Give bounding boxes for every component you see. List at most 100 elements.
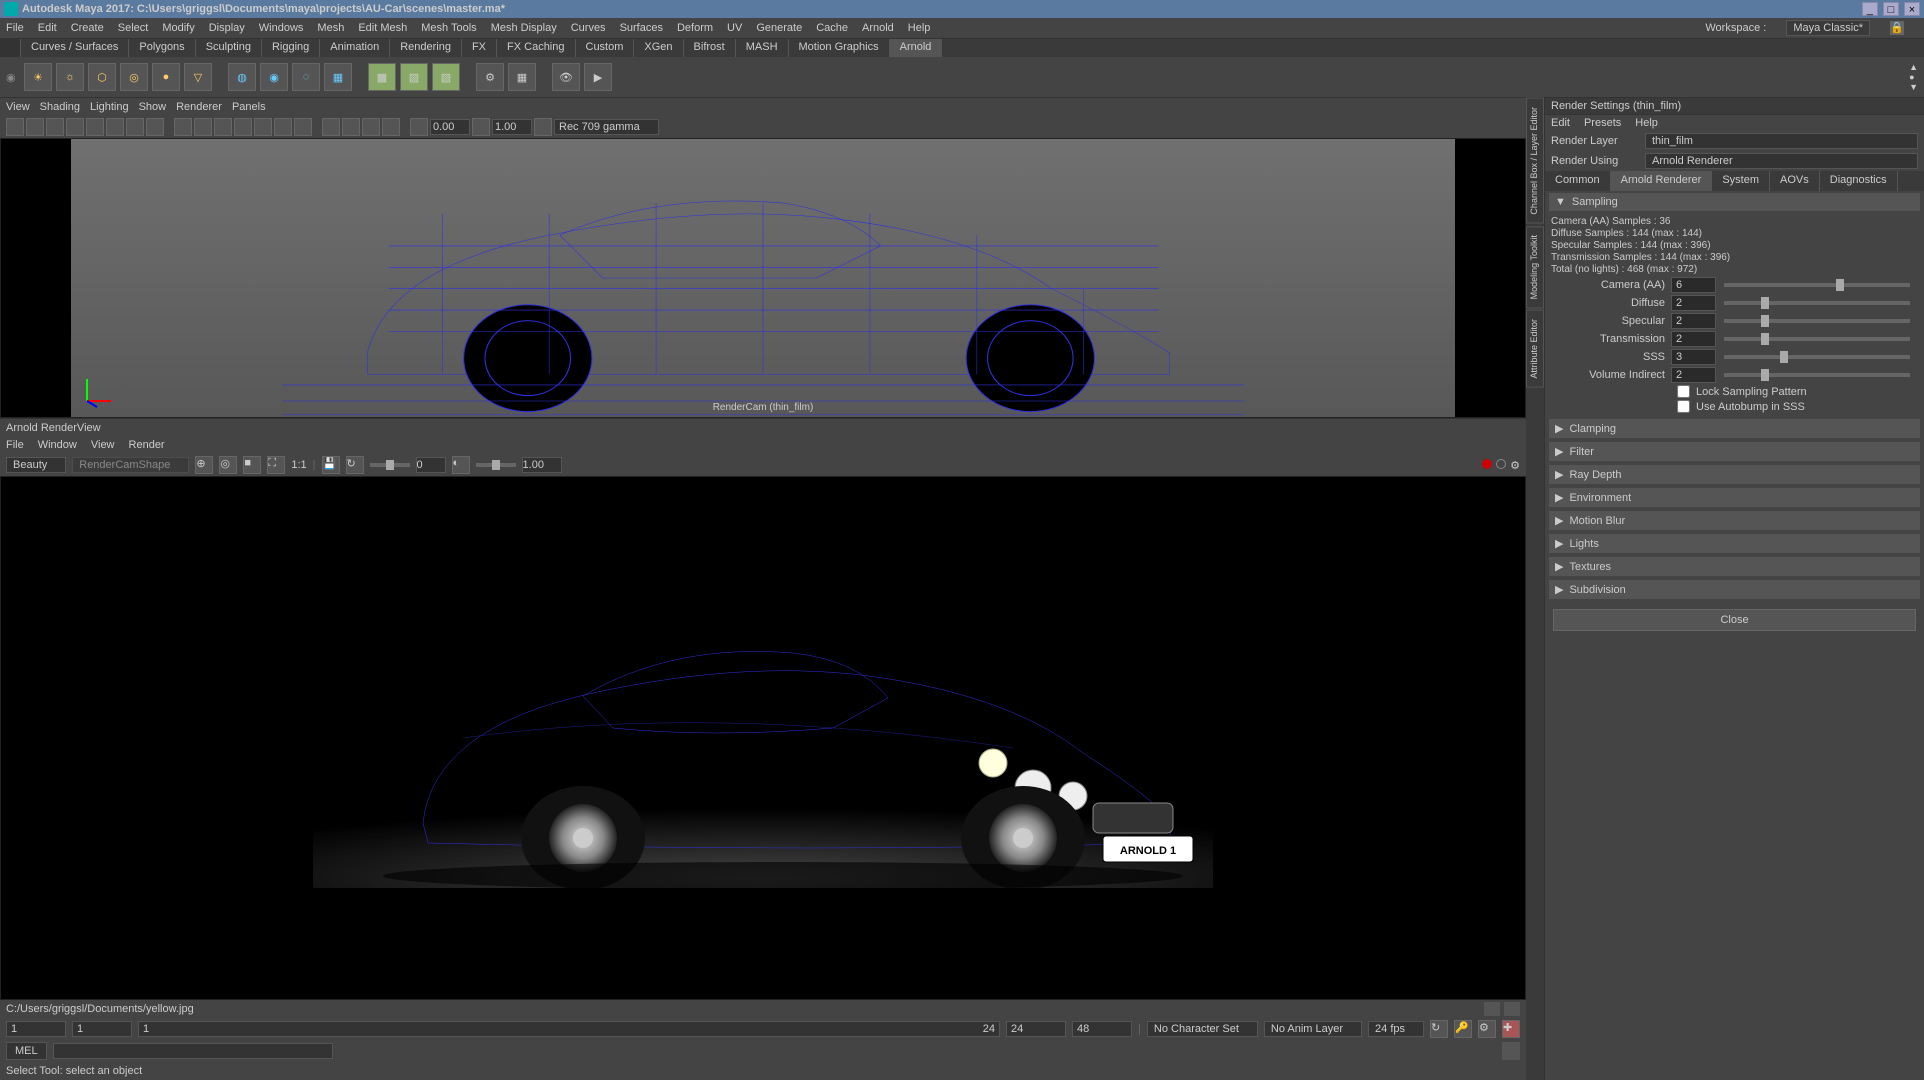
vp-smooth-icon[interactable] [194,118,212,136]
range-start-field[interactable] [6,1021,66,1037]
param-specular-field[interactable] [1671,313,1716,329]
vp-menu-show[interactable]: Show [139,101,167,113]
shelf-tab-rendering[interactable]: Rendering [390,39,462,57]
rv-11-label[interactable]: 1:1 [291,459,306,471]
animlayer-select[interactable]: No Anim Layer [1264,1021,1362,1037]
maximize-icon[interactable]: □ [1883,2,1899,16]
viewport-scene[interactable]: RenderCam (thin_film) [71,139,1455,417]
menu-cache[interactable]: Cache [816,22,848,34]
rs-renderer-select[interactable]: Arnold Renderer [1645,153,1918,169]
shelf-tab-curves[interactable]: Curves / Surfaces [21,39,129,57]
rv-camera-select[interactable]: RenderCamShape [72,457,189,473]
characterset-select[interactable]: No Character Set [1147,1021,1258,1037]
shader-hair-icon[interactable]: ◌ [292,63,320,91]
rs-section-environment[interactable]: ▶Environment [1549,488,1920,507]
script-editor-icon[interactable] [1502,1042,1520,1060]
shader-standard-icon[interactable]: ◍ [228,63,256,91]
param-transmission-field[interactable] [1671,331,1716,347]
rv-contrast-icon[interactable]: ◐ [452,456,470,474]
param-diffuse-slider[interactable] [1724,301,1910,305]
check-autobump-box[interactable] [1677,400,1690,413]
rs-section-raydepth[interactable]: ▶Ray Depth [1549,465,1920,484]
tx-convert-icon[interactable]: ▨ [400,63,428,91]
range-end-field[interactable] [1072,1021,1132,1037]
playback-start-field[interactable] [72,1021,132,1037]
vp-viewtransform-icon[interactable] [534,118,552,136]
vp-lights-icon[interactable] [234,118,252,136]
rv-save-icon[interactable]: 💾 [322,456,340,474]
rs-tab-aovs[interactable]: AOVs [1770,171,1820,191]
side-tab-modeling[interactable]: Modeling Toolkit [1526,226,1544,308]
shelf-tab-custom[interactable]: Custom [576,39,635,57]
vp-exposure-field[interactable] [430,119,470,135]
rs-menu-presets[interactable]: Presets [1584,117,1621,129]
rv-exposure-field[interactable] [416,457,446,473]
param-sss-slider[interactable] [1724,355,1910,359]
ipr-toggle-icon[interactable]: 👁 [552,63,580,91]
menu-edit[interactable]: Edit [38,22,57,34]
shelf-tab-xgen[interactable]: XGen [634,39,683,57]
light-point-icon[interactable]: ● [152,63,180,91]
autokey-icon[interactable]: 🔑 [1454,1020,1472,1038]
scroll-up-icon[interactable]: ▲ [1909,62,1918,72]
side-tab-channelbox[interactable]: Channel Box / Layer Editor [1526,98,1544,224]
rv-refresh-icon[interactable]: ↻ [346,456,364,474]
menu-uv[interactable]: UV [727,22,742,34]
rv-stop-icon[interactable]: ■ [243,456,261,474]
vp-wire-icon[interactable] [174,118,192,136]
rs-section-motionblur[interactable]: ▶Motion Blur [1549,511,1920,530]
minimize-icon[interactable]: _ [1862,2,1878,16]
vp-safe-icon[interactable] [126,118,144,136]
menu-meshtools[interactable]: Mesh Tools [421,22,476,34]
menu-select[interactable]: Select [118,22,149,34]
rv-crosshair-icon[interactable]: ⊕ [195,456,213,474]
viewport[interactable]: RenderCam (thin_film) [0,138,1526,418]
vp-film-icon[interactable] [106,118,124,136]
animprefs-icon[interactable]: ✚ [1502,1020,1520,1038]
shader-volume-icon[interactable]: ▦ [324,63,352,91]
shelf-tab-arnold[interactable]: Arnold [890,39,943,57]
rs-close-button[interactable]: Close [1553,609,1916,631]
shelf-tab-fxcaching[interactable]: FX Caching [497,39,575,57]
vp-menu-shading[interactable]: Shading [40,101,80,113]
shelf-tab-rigging[interactable]: Rigging [262,39,320,57]
vp-grid-icon[interactable] [146,118,164,136]
rs-layer-select[interactable]: thin_film [1645,133,1918,149]
playback-end-field[interactable] [1006,1021,1066,1037]
vp-gate-icon[interactable] [86,118,104,136]
light-mesh-icon[interactable]: ⬡ [88,63,116,91]
rv-menu-window[interactable]: Window [38,439,77,451]
shelf-tab-motiongraphics[interactable]: Motion Graphics [789,39,890,57]
rv-menu-view[interactable]: View [91,439,115,451]
rv-exposure-slider[interactable] [370,463,410,467]
vp-motion-icon[interactable] [294,118,312,136]
param-transmission-slider[interactable] [1724,337,1910,341]
tx-manager-icon[interactable]: ▩ [368,63,396,91]
rs-tab-common[interactable]: Common [1545,171,1611,191]
menu-modify[interactable]: Modify [162,22,194,34]
rv-settings-icon[interactable]: ⚙ [1510,459,1520,472]
rs-tab-system[interactable]: System [1712,171,1770,191]
rv-dropdown-icon[interactable] [1504,1002,1520,1016]
rs-section-clamping[interactable]: ▶Clamping [1549,419,1920,438]
rv-menu-render[interactable]: Render [129,439,165,451]
rs-section-sampling[interactable]: ▼ Sampling [1549,193,1920,211]
rv-scale-icon[interactable]: ⛶ [267,456,285,474]
menu-surfaces[interactable]: Surfaces [620,22,663,34]
vp-ao-icon[interactable] [274,118,292,136]
rv-gamma-slider[interactable] [476,463,516,467]
vp-bookmark-icon[interactable] [46,118,64,136]
menu-windows[interactable]: Windows [259,22,304,34]
param-sss-field[interactable] [1671,349,1716,365]
param-camera-slider[interactable] [1724,283,1910,287]
vp-imageplane-icon[interactable] [66,118,84,136]
ipr-play-icon[interactable]: ▶ [584,63,612,91]
rv-menu-file[interactable]: File [6,439,24,451]
vp-menu-panels[interactable]: Panels [232,101,266,113]
shelf-menu-icon[interactable]: ◉ [6,71,20,84]
shelf-tab-fx[interactable]: FX [462,39,497,57]
vp-menu-lighting[interactable]: Lighting [90,101,129,113]
shelf-tab-sculpting[interactable]: Sculpting [196,39,262,57]
script-lang-select[interactable]: MEL [6,1042,47,1060]
prefs-icon[interactable]: ⚙ [1478,1020,1496,1038]
